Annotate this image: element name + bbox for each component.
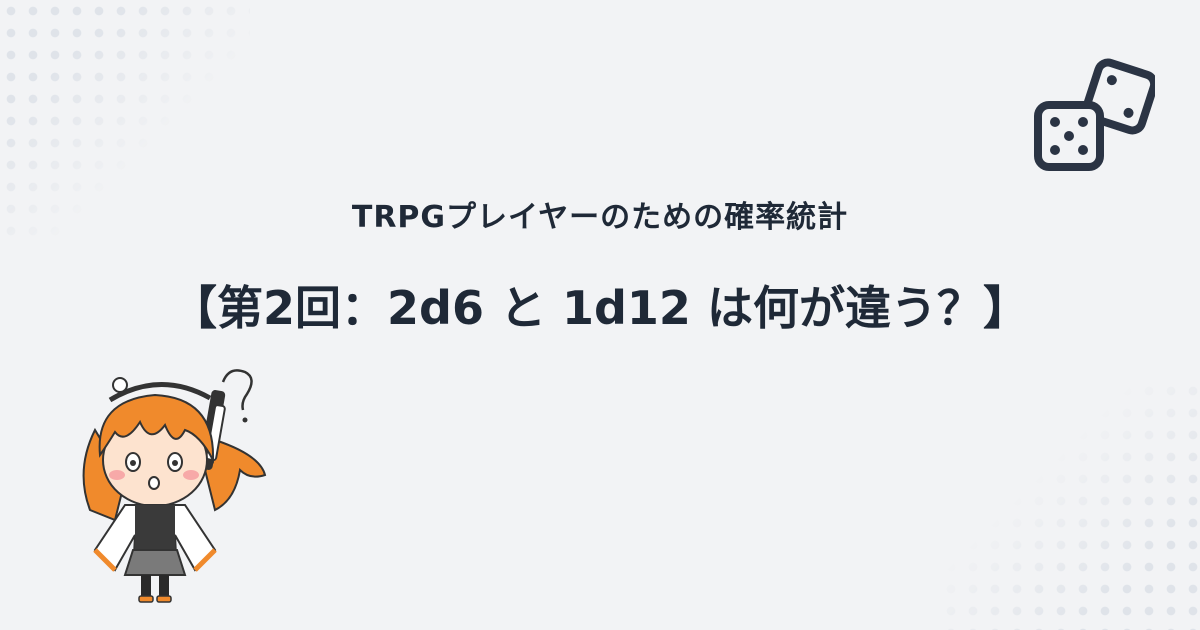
subtitle: TRPGプレイヤーのための確率統計 [351,200,849,235]
dice-icon [1034,58,1155,171]
page-title: 【第2回：2d6 と 1d12 は何が違う？】 [171,281,1029,335]
dot-pattern-bottom-right [940,380,1200,630]
character-illustration [82,369,267,603]
